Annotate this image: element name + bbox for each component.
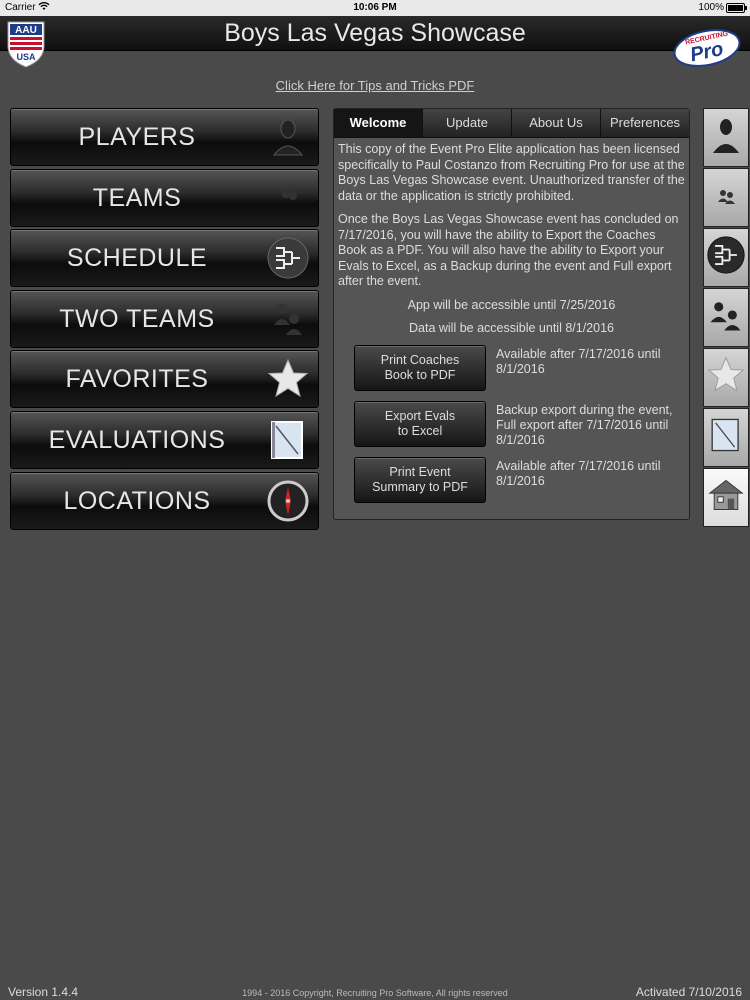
action-row: Print Event Summary to PDF Available aft… xyxy=(338,456,685,507)
action-note: Backup export during the event, Full exp… xyxy=(496,402,673,447)
home-icon xyxy=(706,475,746,520)
export-evals-button[interactable]: Export Evals to Excel xyxy=(354,400,486,447)
button-line: Export Evals xyxy=(384,408,456,423)
evaluations-button[interactable]: EVALUATIONS xyxy=(10,410,319,469)
tab-update[interactable]: Update xyxy=(423,109,512,137)
tab-preferences[interactable]: Preferences xyxy=(601,109,689,137)
player-icon xyxy=(266,115,310,159)
print-event-summary-button[interactable]: Print Event Summary to PDF xyxy=(354,456,486,503)
side-teams-button[interactable] xyxy=(703,168,749,227)
evaluations-label: EVALUATIONS xyxy=(48,425,226,454)
two-teams-icon xyxy=(266,297,310,341)
tab-about-us[interactable]: About Us xyxy=(512,109,601,137)
players-button[interactable]: PLAYERS xyxy=(10,108,319,166)
teams-button[interactable]: TEAMS xyxy=(10,168,319,227)
star-icon xyxy=(706,355,746,400)
compass-icon xyxy=(266,479,310,523)
two-teams-icon xyxy=(706,295,746,340)
button-line: to Excel xyxy=(397,423,443,438)
app-access-text: App will be accessible until 7/25/2016 xyxy=(407,297,616,312)
battery-icon xyxy=(726,3,747,13)
button-line: Summary to PDF xyxy=(372,479,468,494)
action-note: Available after 7/17/2016 until 8/1/2016 xyxy=(496,346,661,376)
side-two-teams-button[interactable] xyxy=(703,288,749,347)
activated-label: Activated 7/10/2016 xyxy=(635,985,742,999)
favorites-label: FAVORITES xyxy=(65,365,209,394)
bracket-icon xyxy=(266,236,310,280)
team-icon xyxy=(708,175,744,220)
player-icon xyxy=(708,115,744,160)
action-row: Print Coaches Book to PDF Available afte… xyxy=(338,344,685,395)
side-players-button[interactable] xyxy=(703,108,749,167)
action-row: Export Evals to Excel Backup export duri… xyxy=(338,400,685,451)
schedule-label: SCHEDULE xyxy=(66,244,208,273)
aau-logo-text: AAU xyxy=(15,25,37,36)
print-coaches-book-button[interactable]: Print Coaches Book to PDF xyxy=(354,344,486,391)
license-text: This copy of the Event Pro Elite applica… xyxy=(338,142,685,203)
button-line: Print Coaches xyxy=(380,352,460,367)
side-home-button[interactable] xyxy=(703,468,749,527)
favorites-button[interactable]: FAVORITES xyxy=(10,350,319,409)
tips-pdf-link[interactable]: Click Here for Tips and Tricks PDF xyxy=(0,78,750,93)
side-evaluations-button[interactable] xyxy=(703,408,749,467)
quick-nav-sidebar xyxy=(703,108,749,528)
clock: 10:06 PM xyxy=(353,2,397,13)
two-teams-label: TWO TEAMS xyxy=(59,304,215,333)
button-line: Book to PDF xyxy=(384,367,456,382)
action-note: Available after 7/17/2016 until 8/1/2016 xyxy=(496,458,661,488)
players-label: PLAYERS xyxy=(78,123,196,151)
notebook-icon xyxy=(266,418,310,462)
aau-logo-icon: AAU USA xyxy=(6,20,46,68)
tab-welcome[interactable]: Welcome xyxy=(334,109,423,137)
bracket-icon xyxy=(706,235,746,280)
main-menu: PLAYERS TEAMS SCHEDULE TWO TEAMS FAVORIT… xyxy=(10,108,319,532)
info-panel: Welcome Update About Us Preferences This… xyxy=(333,108,690,520)
export-info-text: Once the Boys Las Vegas Showcase event h… xyxy=(338,212,679,288)
tab-bar: Welcome Update About Us Preferences xyxy=(334,109,689,138)
team-icon xyxy=(266,176,310,220)
star-icon xyxy=(266,357,310,401)
teams-label: TEAMS xyxy=(92,183,182,212)
locations-label: LOCATIONS xyxy=(63,486,211,515)
side-favorites-button[interactable] xyxy=(703,348,749,407)
battery-percent: 100% xyxy=(698,2,724,13)
side-schedule-button[interactable] xyxy=(703,228,749,287)
aau-logo-sub: USA xyxy=(16,52,36,62)
button-line: Print Event xyxy=(389,464,451,479)
page-title: Boys Las Vegas Showcase xyxy=(224,19,526,47)
status-bar: Carrier 10:06 PM 100% xyxy=(0,0,750,16)
recruiting-pro-logo-icon: RECRUITING Pro xyxy=(672,24,742,68)
schedule-button[interactable]: SCHEDULE xyxy=(10,229,319,288)
data-access-text: Data will be accessible until 8/1/2016 xyxy=(409,321,614,335)
two-teams-button[interactable]: TWO TEAMS xyxy=(10,289,319,348)
welcome-content: This copy of the Event Pro Elite applica… xyxy=(334,138,689,507)
app-header: Boys Las Vegas Showcase xyxy=(0,16,750,51)
locations-button[interactable]: LOCATIONS xyxy=(10,471,319,530)
notebook-icon xyxy=(707,415,745,460)
